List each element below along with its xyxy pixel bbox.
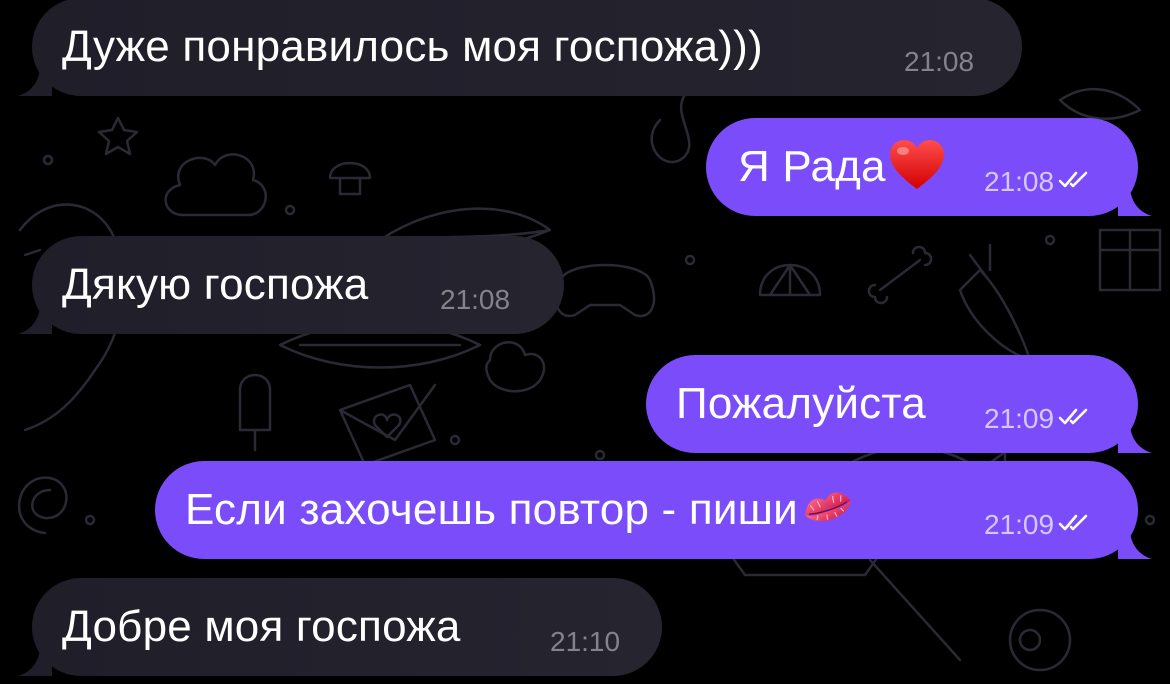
read-receipt-icon (1058, 407, 1092, 432)
swirl-doodle (17, 476, 68, 535)
message-time: 21:10 (550, 626, 621, 657)
shell-doodle (758, 263, 822, 297)
message-text: Я Рада (738, 142, 886, 191)
message-bubble-incoming[interactable]: Дякую госпожа 21:08 (32, 236, 564, 334)
read-receipt-icon (1058, 513, 1092, 538)
carrot-doodle (958, 243, 1032, 362)
message-time: 21:09 (984, 403, 1055, 434)
duck-doodle (485, 341, 546, 393)
message-time: 21:08 (904, 46, 975, 77)
message-meta: 21:10 (550, 628, 620, 656)
message-bubble-outgoing[interactable]: Если захочешь повтор - пиши 21:09 (155, 461, 1138, 559)
message-meta: 21:09 (984, 405, 1092, 433)
message-bubble-outgoing[interactable]: Я Рада 21:08 (706, 118, 1138, 216)
message-meta: 21:08 (904, 48, 974, 76)
message-text: Добре моя госпожа (62, 602, 461, 651)
chat-view[interactable]: Дуже понравилось моя госпожа))) 21:08 Я … (0, 0, 1170, 684)
read-receipt-icon (1058, 170, 1092, 195)
ice-cream-doodle (238, 373, 272, 452)
message-time: 21:08 (440, 284, 511, 315)
message-bubble-incoming[interactable]: Добре моя госпожа 21:10 (32, 578, 662, 676)
message-bubble-outgoing[interactable]: Пожалуйста 21:09 (646, 355, 1138, 453)
cloud-doodle (164, 153, 267, 217)
message-meta: 21:08 (440, 286, 510, 314)
bone-doodle (867, 245, 933, 305)
envelope-doodle (338, 383, 437, 467)
leaf-right-doodle (1058, 87, 1142, 120)
scribble-doodle (650, 93, 691, 164)
ball-doodle (1008, 608, 1072, 672)
message-time: 21:09 (984, 509, 1055, 540)
message-text: Дякую госпожа (62, 260, 369, 309)
heart-emoji (888, 139, 946, 196)
message-text: Пожалуйста (676, 379, 926, 428)
star-doodle (97, 116, 139, 156)
gamepad-doodle (554, 263, 656, 318)
message-meta: 21:08 (984, 168, 1092, 196)
mushroom-doodle (328, 161, 372, 196)
message-time: 21:08 (984, 166, 1055, 197)
message-text: Дуже понравилось моя госпожа))) (62, 22, 763, 71)
dot-doodle (42, 154, 54, 166)
kiss-mark-emoji (800, 486, 856, 535)
message-text: Если захочешь повтор - пиши (185, 485, 798, 534)
message-bubble-incoming[interactable]: Дуже понравилось моя госпожа))) 21:08 (32, 0, 1022, 96)
message-meta: 21:09 (984, 511, 1092, 539)
gift-doodle (1098, 228, 1162, 292)
heart-doodle (372, 413, 402, 439)
